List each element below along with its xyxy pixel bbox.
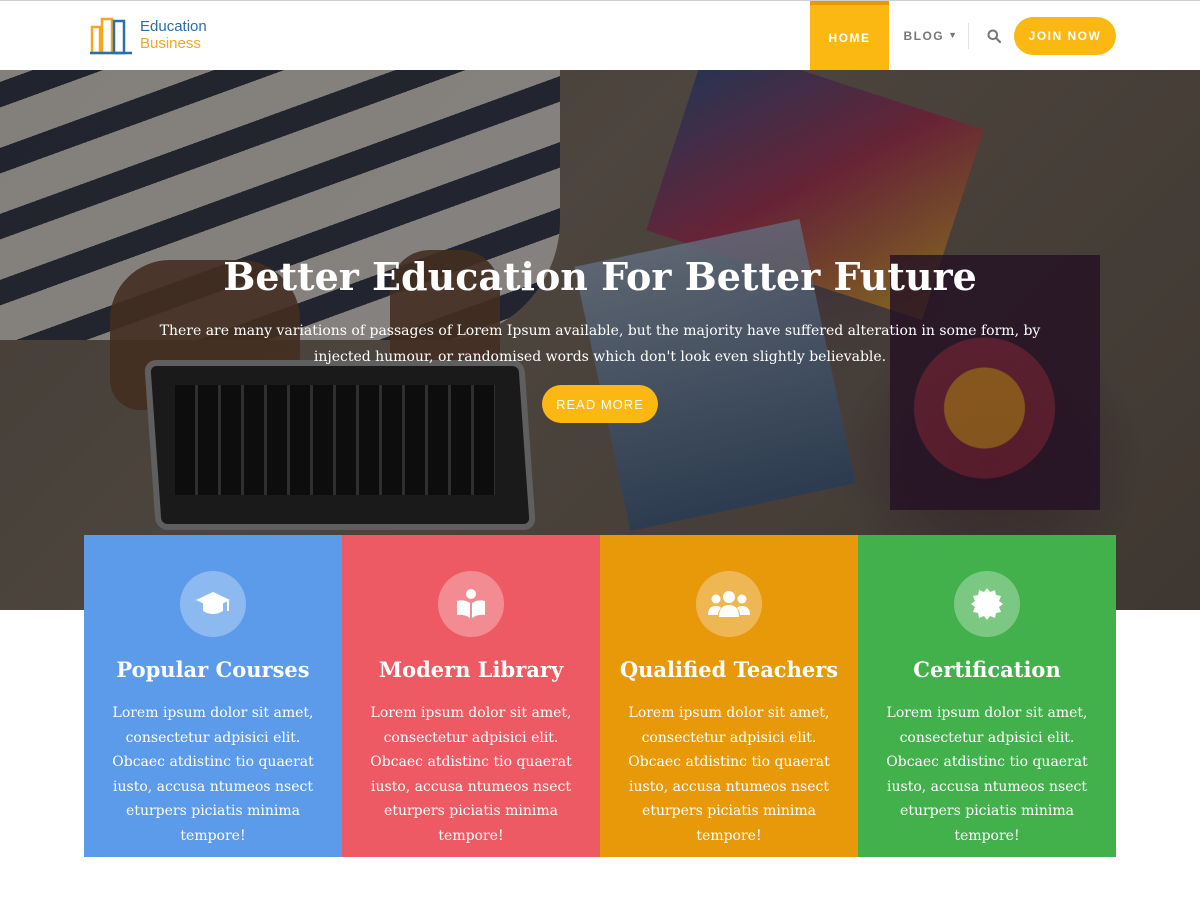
building-logo-icon <box>90 17 132 55</box>
feature-text: Lorem ipsum dolor sit amet, consectetur … <box>628 705 830 844</box>
nav-blog-link[interactable]: BLOG ▼ <box>896 1 966 71</box>
feature-title: Qualified Teachers <box>619 657 839 682</box>
hero-description: There are many variations of passages of… <box>159 323 1041 365</box>
chevron-down-icon: ▼ <box>948 30 959 40</box>
nav-divider <box>968 23 969 49</box>
feature-title: Popular Courses <box>116 657 310 682</box>
feature-card-qualified-teachers: Qualified Teachers Lorem ipsum dolor sit… <box>600 535 858 857</box>
hero-title: Better Education For Better Future <box>223 254 977 299</box>
read-more-button[interactable]: READ MORE <box>542 385 658 423</box>
nav-blog-label: BLOG <box>903 29 945 43</box>
feature-title: Certification <box>913 657 1061 682</box>
join-now-button[interactable]: JOIN NOW <box>1014 17 1116 55</box>
features-section: Popular Courses Lorem ipsum dolor sit am… <box>84 535 1116 857</box>
site-header: Education Business HOME BLOG ▼ JOIN NOW <box>0 0 1200 71</box>
feature-text: Lorem ipsum dolor sit amet, consectetur … <box>886 705 1088 844</box>
feature-card-popular-courses: Popular Courses Lorem ipsum dolor sit am… <box>84 535 342 857</box>
search-icon <box>987 29 1001 43</box>
feature-title: Modern Library <box>378 657 564 682</box>
feature-card-modern-library: Modern Library Lorem ipsum dolor sit ame… <box>342 535 600 857</box>
logo-text-line1: Education <box>140 18 207 35</box>
search-button[interactable] <box>980 23 1008 49</box>
feature-text: Lorem ipsum dolor sit amet, consectetur … <box>112 705 314 844</box>
certificate-icon <box>954 571 1020 637</box>
feature-card-certification: Certification Lorem ipsum dolor sit amet… <box>858 535 1116 857</box>
feature-text: Lorem ipsum dolor sit amet, consectetur … <box>370 705 572 844</box>
graduation-cap-icon <box>180 571 246 637</box>
site-logo[interactable]: Education Business <box>88 15 207 55</box>
book-reader-icon <box>438 571 504 637</box>
users-icon <box>696 571 762 637</box>
logo-text-line2: Business <box>140 35 201 52</box>
nav-home-link[interactable]: HOME <box>810 1 889 71</box>
